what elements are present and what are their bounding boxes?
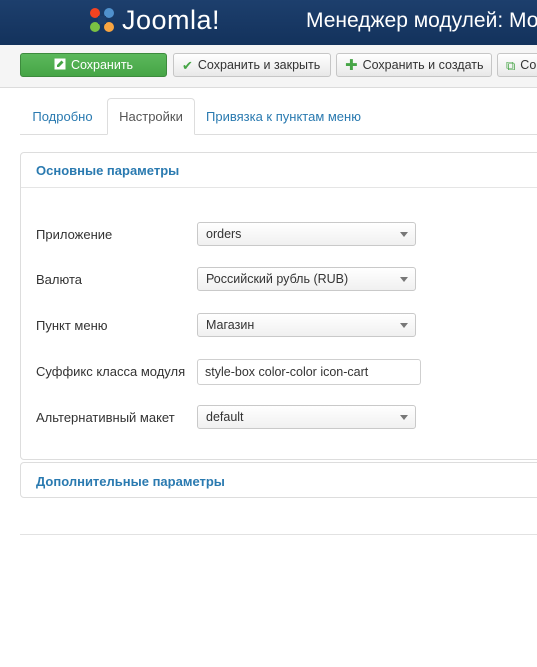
layout-label: Альтернативный макет (36, 410, 175, 425)
logo-text: Joomla! (122, 4, 221, 35)
module-class-suffix-label: Суффикс класса модуля (36, 364, 186, 379)
menu-item-label: Пункт меню (36, 318, 108, 333)
edit-icon (54, 58, 66, 72)
save-close-button-label: Сохранить и закрыть (197, 58, 321, 72)
advanced-params-panel: Дополнительные параметры (20, 462, 537, 498)
currency-select-value: Российский рубль (RUB) (206, 272, 349, 286)
tab-bar: Подробно Настройки Привязка к пунктам ме… (20, 98, 537, 135)
application-label: Приложение (36, 227, 113, 242)
check-icon: ✔ (182, 57, 193, 73)
application-select[interactable]: orders (197, 222, 416, 246)
layout-select-value: default (206, 410, 244, 424)
save-close-button[interactable]: ✔ Сохранить и закрыть (173, 53, 331, 77)
toolbar: Сохранить ✔ Сохранить и закрыть ✚ Сохран… (0, 45, 537, 88)
tab-menu-assignment[interactable]: Привязка к пунктам меню (196, 98, 371, 134)
currency-label: Валюта (36, 272, 82, 287)
save-copy-button[interactable]: ⧉ Co (497, 53, 537, 77)
joomla-logo-icon (86, 4, 118, 36)
save-button-label: Сохранить (70, 58, 134, 72)
field-row-menu-item: Пункт меню Магазин (36, 313, 536, 337)
currency-select[interactable]: Российский рубль (RUB) (197, 267, 416, 291)
field-row-application: Приложение orders (36, 222, 536, 246)
chevron-down-icon (400, 232, 408, 237)
save-new-button-label: Сохранить и создать (362, 58, 484, 72)
field-row-layout: Альтернативный макет default (36, 405, 536, 429)
field-row-module-class-suffix: Суффикс класса модуля (36, 359, 536, 385)
basic-params-panel: Основные параметры Приложение orders Вал… (20, 152, 537, 460)
chevron-down-icon (400, 277, 408, 282)
plus-icon: ✚ (345, 56, 358, 74)
app-header: Joomla! Менеджер модулей: Мод (0, 0, 537, 46)
save-button[interactable]: Сохранить (20, 53, 167, 77)
joomla-logo[interactable]: Joomla! (86, 3, 220, 37)
save-new-button[interactable]: ✚ Сохранить и создать (336, 53, 492, 77)
basic-params-header[interactable]: Основные параметры (21, 153, 537, 188)
divider (20, 534, 537, 535)
save-copy-button-label: Co (520, 58, 537, 72)
advanced-params-header[interactable]: Дополнительные параметры (21, 463, 537, 499)
copy-icon: ⧉ (506, 57, 516, 73)
field-row-currency: Валюта Российский рубль (RUB) (36, 267, 536, 291)
tab-details[interactable]: Подробно (20, 98, 105, 134)
layout-select[interactable]: default (197, 405, 416, 429)
chevron-down-icon (400, 323, 408, 328)
chevron-down-icon (400, 415, 408, 420)
application-select-value: orders (206, 227, 242, 241)
menu-item-select[interactable]: Магазин (197, 313, 416, 337)
menu-item-select-value: Магазин (206, 318, 255, 332)
page-title: Менеджер модулей: Мод (306, 9, 537, 32)
module-class-suffix-input[interactable] (197, 359, 421, 385)
tab-settings[interactable]: Настройки (107, 98, 195, 135)
